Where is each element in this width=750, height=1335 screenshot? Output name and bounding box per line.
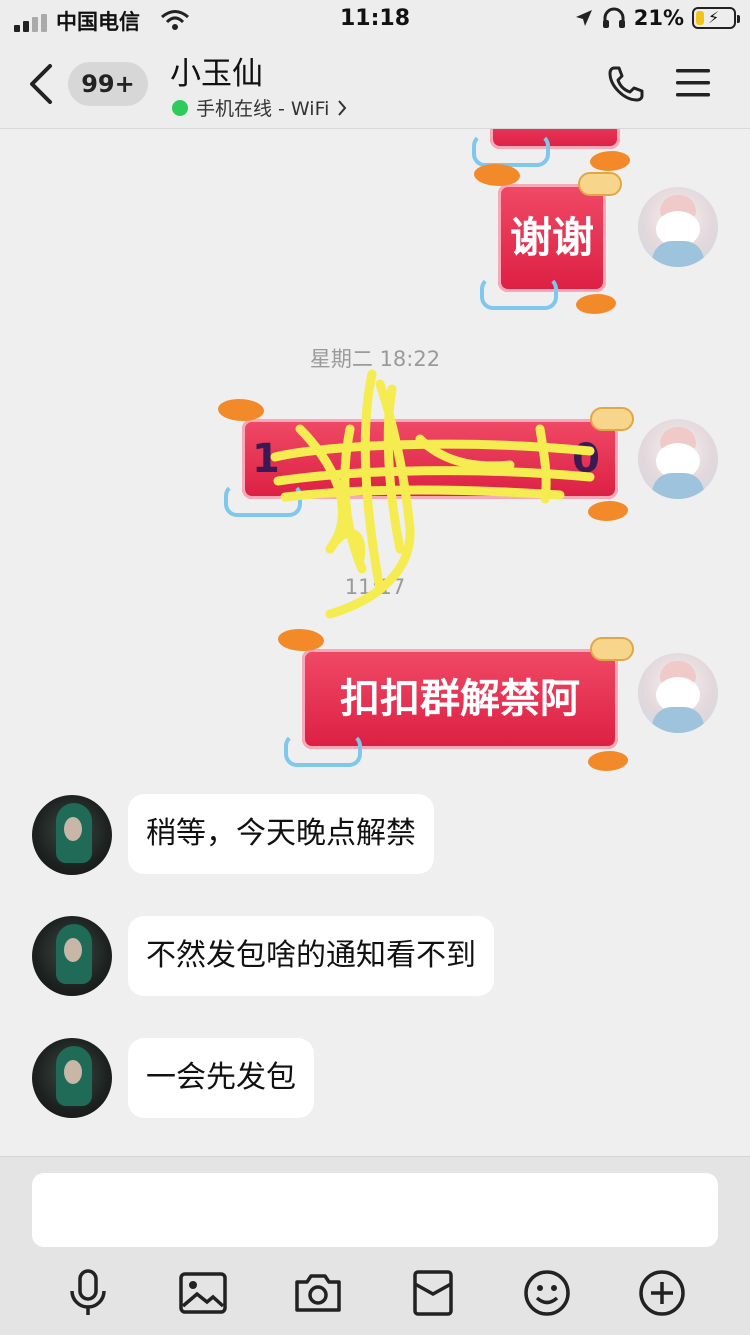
- image-icon: [179, 1272, 227, 1314]
- my-avatar[interactable]: [638, 187, 718, 267]
- sticker-thanks[interactable]: 谢谢: [474, 164, 622, 314]
- red-packet-icon: [413, 1270, 453, 1316]
- sticker-unban-text: 扣扣群解禁阿: [340, 676, 580, 722]
- my-avatar[interactable]: [638, 419, 718, 499]
- fish-decoration: [590, 151, 630, 171]
- avatar-body: [652, 473, 704, 499]
- microphone-icon: [70, 1269, 106, 1315]
- message-list[interactable]: 谢谢 星期二 18:22 1 0 11:17 扣扣群解禁阿 稍等，今天晚点解禁 …: [0, 129, 750, 1155]
- sticker-thanks-text: 谢谢: [509, 213, 594, 262]
- emoji-icon: [524, 1270, 570, 1316]
- fish-decoration: [278, 629, 324, 651]
- wave-decoration: [480, 276, 558, 310]
- headphones-icon: [602, 7, 625, 28]
- charging-bolt-icon: ⚡: [708, 8, 720, 27]
- presence-status[interactable]: 手机在线 - WiFi: [172, 94, 347, 121]
- fish-decoration: [588, 501, 628, 521]
- chevron-right-icon: [338, 99, 347, 116]
- avatar-face: [64, 1060, 82, 1084]
- online-dot-icon: [172, 99, 188, 116]
- avatar-body: [652, 241, 704, 267]
- battery-percent: 21%: [633, 6, 684, 30]
- status-right-group: 21% ⚡: [574, 6, 740, 30]
- emoji-button[interactable]: [519, 1265, 575, 1321]
- more-button[interactable]: [634, 1265, 690, 1321]
- unread-badge[interactable]: 99+: [68, 62, 148, 106]
- message-bubble[interactable]: 稍等，今天晚点解禁: [128, 794, 434, 874]
- wave-decoration: [472, 133, 550, 167]
- plus-icon: [639, 1270, 685, 1316]
- menu-icon[interactable]: [676, 68, 712, 98]
- image-button[interactable]: [175, 1265, 231, 1321]
- microphone-button[interactable]: [60, 1265, 116, 1321]
- cloud-decoration: [578, 172, 622, 196]
- sticker-redacted-tail: 0: [572, 436, 600, 482]
- contact-avatar[interactable]: [32, 1038, 112, 1118]
- battery-level: [696, 11, 704, 25]
- wave-decoration: [284, 733, 362, 767]
- avatar-face: [64, 938, 82, 962]
- contact-avatar[interactable]: [32, 795, 112, 875]
- timestamp: 星期二 18:22: [309, 347, 441, 371]
- sticker-partial[interactable]: [472, 129, 630, 171]
- camera-button[interactable]: [290, 1265, 346, 1321]
- input-toolbar: [0, 1265, 750, 1321]
- sticker-unban-request[interactable]: 扣扣群解禁阿: [278, 629, 634, 771]
- contact-name[interactable]: 小玉仙: [170, 48, 263, 93]
- battery-charging-icon: ⚡: [692, 7, 740, 29]
- wave-decoration: [224, 483, 302, 517]
- back-chevron-icon[interactable]: [28, 64, 54, 104]
- fish-decoration: [576, 294, 616, 314]
- fish-decoration: [218, 399, 264, 421]
- avatar-body: [652, 707, 704, 733]
- message-bubble[interactable]: 一会先发包: [128, 1038, 314, 1118]
- chat-header: 99+ 小玉仙 手机在线 - WiFi: [0, 44, 750, 129]
- message-bubble[interactable]: 不然发包啥的通知看不到: [128, 916, 494, 996]
- location-arrow-icon: [575, 10, 592, 26]
- cloud-decoration: [590, 637, 634, 661]
- fish-decoration: [588, 751, 628, 771]
- status-bar: 中国电信 11:18 21% ⚡: [0, 0, 750, 44]
- phone-call-icon[interactable]: [606, 64, 646, 104]
- sticker-redacted[interactable]: 1 0: [218, 399, 634, 521]
- redaction-scribble: [270, 369, 595, 619]
- avatar-face: [64, 817, 82, 841]
- red-packet-button[interactable]: [405, 1265, 461, 1321]
- fish-decoration: [474, 164, 520, 186]
- input-area: [0, 1156, 750, 1335]
- timestamp: 11:17: [344, 575, 406, 599]
- message-input[interactable]: [32, 1173, 718, 1247]
- contact-avatar[interactable]: [32, 916, 112, 996]
- presence-label: 手机在线 - WiFi: [196, 98, 330, 120]
- my-avatar[interactable]: [638, 653, 718, 733]
- camera-icon: [295, 1274, 341, 1312]
